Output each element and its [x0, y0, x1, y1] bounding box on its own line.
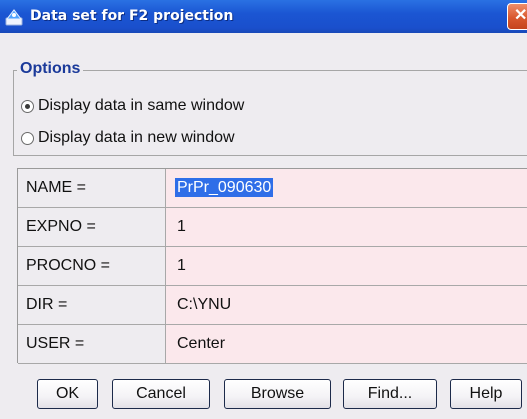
cancel-button[interactable]: Cancel: [112, 379, 210, 409]
radio-same-window[interactable]: Display data in same window: [21, 97, 244, 115]
ok-button[interactable]: OK: [37, 379, 98, 409]
close-icon: ✕: [514, 7, 527, 24]
window-title: Data set for F2 projection: [30, 8, 234, 24]
radio-new-window-label: Display data in new window: [38, 129, 235, 146]
dir-field[interactable]: C:\YNU: [166, 286, 527, 325]
name-label: NAME =: [18, 169, 166, 208]
close-button[interactable]: ✕: [507, 3, 527, 30]
user-field[interactable]: Center: [166, 325, 527, 364]
dir-label: DIR =: [18, 286, 166, 325]
name-field[interactable]: PrPr_090630: [166, 169, 527, 208]
user-label: USER =: [18, 325, 166, 364]
procno-field[interactable]: 1: [166, 247, 527, 286]
user-value[interactable]: Center: [175, 334, 227, 353]
param-row-name: NAME = PrPr_090630: [18, 169, 527, 208]
expno-field[interactable]: 1: [166, 208, 527, 247]
param-row-expno: EXPNO = 1: [18, 208, 527, 247]
radio-unselected-icon[interactable]: [21, 131, 34, 145]
title-bar[interactable]: Data set for F2 projection ✕: [0, 0, 527, 33]
param-row-dir: DIR = C:\YNU: [18, 286, 527, 325]
browse-button[interactable]: Browse: [224, 379, 331, 409]
param-row-user: USER = Center: [18, 325, 527, 364]
procno-label: PROCNO =: [18, 247, 166, 286]
find-button[interactable]: Find...: [343, 379, 437, 409]
dialog-window: Data set for F2 projection ✕ Options Dis…: [0, 0, 527, 419]
radio-selected-icon[interactable]: [21, 99, 34, 113]
parameter-table: NAME = PrPr_090630 EXPNO = 1 PROCNO = 1 …: [17, 168, 527, 364]
radio-same-window-label: Display data in same window: [38, 97, 245, 114]
app-icon: [4, 7, 24, 27]
param-row-procno: PROCNO = 1: [18, 247, 527, 286]
dir-value[interactable]: C:\YNU: [175, 295, 233, 314]
name-value[interactable]: PrPr_090630: [175, 178, 274, 197]
options-legend: Options: [17, 60, 84, 78]
expno-value[interactable]: 1: [175, 217, 188, 236]
radio-new-window[interactable]: Display data in new window: [21, 129, 235, 147]
procno-value[interactable]: 1: [175, 256, 188, 275]
help-button[interactable]: Help: [450, 379, 522, 409]
expno-label: EXPNO =: [18, 208, 166, 247]
